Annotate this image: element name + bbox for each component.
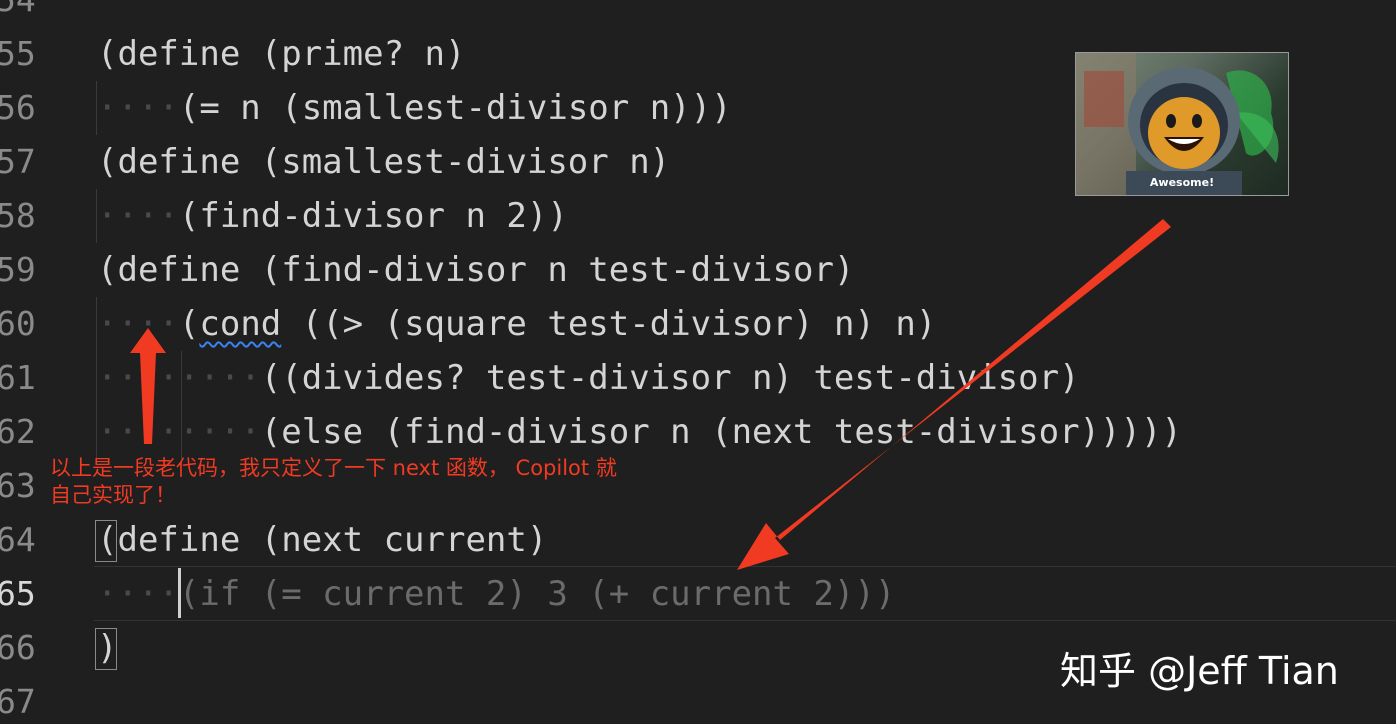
watermark-text: 知乎 @Jeff Tian xyxy=(1060,649,1339,693)
lego-figure-image xyxy=(1076,53,1279,195)
line-number: 58 xyxy=(0,196,36,235)
annotation-line-1: 以上是一段老代码，我只定义了一下 next 函数， Copilot 就 xyxy=(50,456,617,480)
code-content: (define (next current) xyxy=(97,520,548,560)
code-content: (define (find-divisor n test-divisor) xyxy=(97,250,855,290)
code-content: (define (smallest-divisor n) xyxy=(97,142,671,182)
indent-whitespace: ···· xyxy=(97,304,179,344)
line-number: 54 xyxy=(0,0,36,27)
line-number: 59 xyxy=(0,250,36,289)
indent-whitespace: ···· xyxy=(97,574,179,614)
line-number: 57 xyxy=(0,142,36,181)
code-text[interactable]: ····(if (= current 2) 3 (+ current 2))) xyxy=(97,567,895,621)
code-line[interactable]: 59 (define (find-divisor n test-divisor) xyxy=(0,243,1396,297)
code-content: (cond ((> (square test-divisor) n) n) xyxy=(178,304,937,344)
code-content: (define (prime? n) xyxy=(97,34,466,74)
line-number: 67 xyxy=(0,682,36,721)
line-number: 61 xyxy=(0,358,36,397)
code-text[interactable]: ····(cond ((> (square test-divisor) n) n… xyxy=(97,297,936,351)
code-text[interactable]: (define (find-divisor n test-divisor) xyxy=(97,243,854,297)
code-content: (find-divisor n 2)) xyxy=(178,196,568,236)
code-line[interactable]: 62 ········(else (find-divisor n (next t… xyxy=(0,405,1396,459)
line-number: 62 xyxy=(0,412,36,451)
thumbnail-caption: Awesome! xyxy=(1149,176,1215,189)
line-number: 60 xyxy=(0,304,36,343)
indent-whitespace: ···· xyxy=(97,88,179,128)
code-content: (else (find-divisor n (next test-divisor… xyxy=(260,412,1182,452)
line-number: 65 xyxy=(0,574,36,613)
code-content: ) xyxy=(97,628,118,668)
annotation-line-2: 自己实现了！ xyxy=(50,483,176,507)
code-editor[interactable]: 54 55 (define (prime? n) 56 ····(= n (sm… xyxy=(0,0,1396,724)
code-text[interactable]: ····(= n (smallest-divisor n))) xyxy=(97,81,732,135)
code-text[interactable]: (define (next current) xyxy=(97,513,547,567)
code-line[interactable]: 61 ········((divides? test-divisor n) te… xyxy=(0,351,1396,405)
line-number: 66 xyxy=(0,628,36,667)
code-text[interactable]: ········((divides? test-divisor n) test-… xyxy=(97,351,1080,405)
reaction-image: Awesome! xyxy=(1075,52,1289,196)
indent-whitespace: ········ xyxy=(97,412,261,452)
code-text[interactable]: ········(else (find-divisor n (next test… xyxy=(97,405,1182,459)
line-number: 63 xyxy=(0,466,36,505)
code-line-active[interactable]: 65 ····(if (= current 2) 3 (+ current 2)… xyxy=(0,567,1396,621)
text-cursor xyxy=(178,568,181,618)
spellcheck-squiggle: cond xyxy=(199,304,282,344)
code-line[interactable]: 58 ····(find-divisor n 2)) xyxy=(0,189,1396,243)
copilot-ghost-suggestion[interactable]: (if (= current 2) 3 (+ current 2))) xyxy=(179,574,895,614)
line-number: 56 xyxy=(0,88,36,127)
line-number: 64 xyxy=(0,520,36,559)
code-content: ((divides? test-divisor n) test-divisor) xyxy=(260,358,1080,398)
indent-whitespace: ···· xyxy=(97,196,179,236)
code-line[interactable]: 60 ····(cond ((> (square test-divisor) n… xyxy=(0,297,1396,351)
code-line[interactable]: 54 xyxy=(0,0,1396,27)
indent-whitespace: ········ xyxy=(97,358,261,398)
code-text[interactable]: (define (prime? n) xyxy=(97,27,465,81)
code-line[interactable]: 64 (define (next current) xyxy=(0,513,1396,567)
line-number: 55 xyxy=(0,34,36,73)
code-content: (= n (smallest-divisor n))) xyxy=(178,88,732,128)
code-text[interactable]: ) xyxy=(97,621,117,675)
code-text[interactable]: ····(find-divisor n 2)) xyxy=(97,189,568,243)
annotation-text: 以上是一段老代码，我只定义了一下 next 函数， Copilot 就 自己实现… xyxy=(50,455,810,509)
code-text[interactable]: (define (smallest-divisor n) xyxy=(97,135,670,189)
